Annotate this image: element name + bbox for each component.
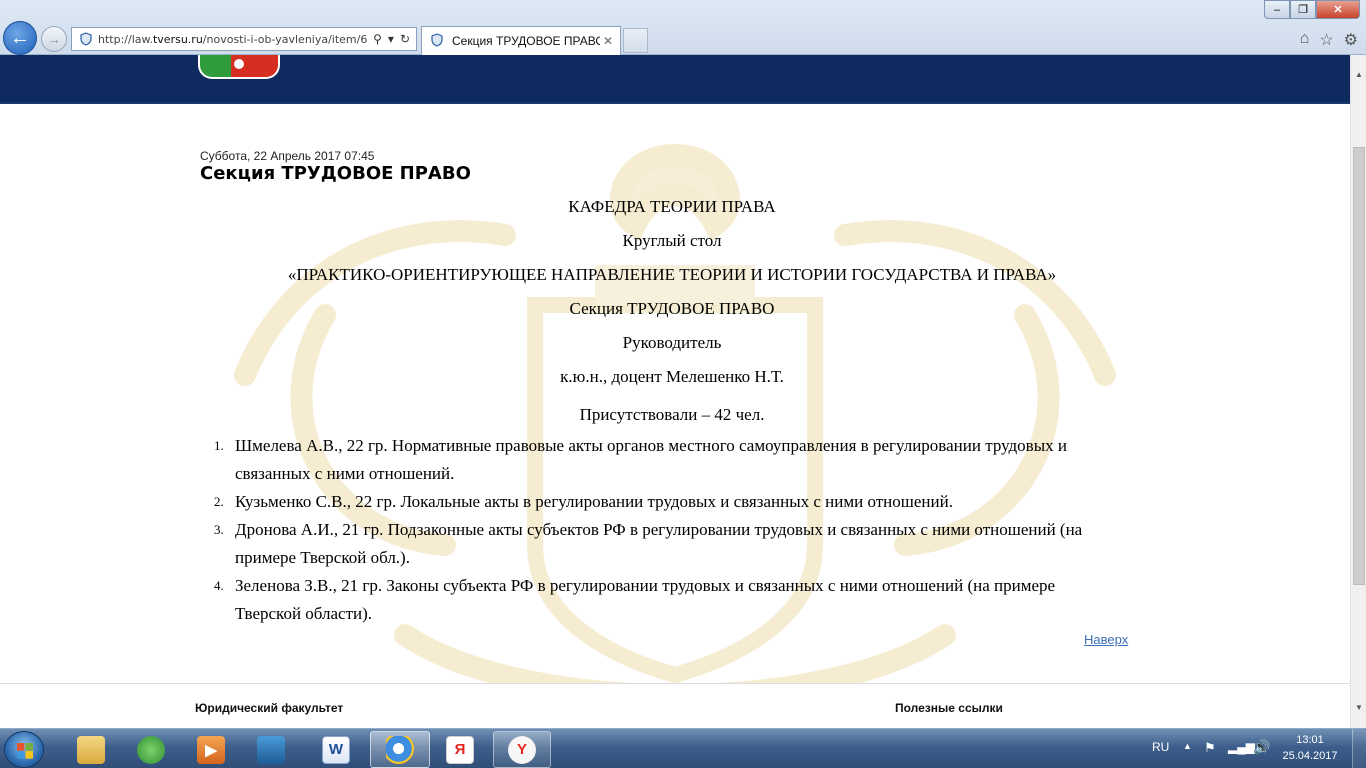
language-indicator[interactable]: RU [1152, 740, 1169, 754]
yandex-icon: Y [508, 735, 536, 764]
url-text[interactable]: http://law.tversu.ru/novosti-i-ob-yavlen… [98, 33, 367, 46]
vertical-scrollbar[interactable]: ▲ ▼ [1350, 55, 1366, 728]
leader-label: Руководитель [622, 333, 722, 352]
article-date: Суббота, 22 Апрель 2017 07:45 [200, 149, 375, 163]
department-heading: КАФЕДРА ТЕОРИИ ПРАВА [568, 197, 776, 216]
scroll-up-icon[interactable]: ▲ [1351, 67, 1366, 83]
taskbar-yandex-button[interactable]: Y [493, 731, 551, 768]
internet-explorer-icon [386, 735, 414, 764]
volume-icon[interactable]: 🔊 [1253, 739, 1270, 756]
clock-time[interactable]: 13:01 [1288, 734, 1332, 746]
browser-chrome: ← → http://law.tversu.ru/novosti-i-ob-ya… [0, 0, 1366, 55]
taskbar-media-button[interactable]: ▶ [183, 731, 239, 768]
refresh-icon[interactable]: ↻ [400, 32, 410, 46]
article: Суббота, 22 Апрель 2017 07:45 Секция ТРУ… [200, 149, 1140, 647]
show-hidden-icons-icon[interactable]: ▲ [1183, 741, 1192, 751]
yandex-browser-icon: Я [446, 735, 474, 764]
favorites-star-icon[interactable]: ☆ [1319, 30, 1333, 50]
system-tray: RU ▲ ⚑ ▂▄▆ 🔊 13:01 25.04.2017 [1140, 729, 1366, 768]
taskbar-briefcase-button[interactable] [243, 731, 299, 768]
back-button[interactable]: ← [3, 21, 37, 55]
action-center-flag-icon[interactable]: ⚑ [1204, 740, 1216, 756]
taskbar-yandex-browser-button[interactable]: Я [432, 731, 488, 768]
clock-date[interactable]: 25.04.2017 [1278, 750, 1342, 762]
search-icon[interactable]: ⚲ [373, 32, 382, 46]
attendance-count: Присутствовали – 42 чел. [579, 405, 765, 424]
footer-faculty-heading: Юридический факультет [195, 701, 344, 715]
forward-arrow-icon: → [47, 31, 61, 47]
article-title: Секция ТРУДОВОЕ ПРАВО [200, 163, 471, 184]
scroll-down-icon[interactable]: ▼ [1351, 700, 1366, 716]
taskbar: ▶ W Я Y RU ▲ ⚑ ▂▄▆ 🔊 13:01 25.04.2017 [0, 728, 1366, 768]
taskbar-word-button[interactable]: W [308, 731, 364, 768]
footer-links-heading: Полезные ссылки [895, 701, 1003, 715]
list-item: 3. Дронова А.И., 21 гр. Подзаконные акты … [214, 520, 1083, 567]
site-header [0, 55, 1350, 104]
close-tab-icon[interactable]: ✕ [600, 34, 616, 48]
participants-list: 1. Шмелева А.В., 22 гр. Нормативные право… [214, 432, 1094, 628]
back-to-top-link[interactable]: Наверх [1084, 632, 1128, 647]
network-icon[interactable]: ▂▄▆ [1228, 740, 1255, 754]
back-arrow-icon: ← [10, 26, 30, 49]
taskbar-explorer-button[interactable] [63, 731, 119, 768]
browser-toolbar-icons: ⌂ ☆ ⚙ [1300, 30, 1358, 50]
dropdown-icon[interactable]: ▾ [388, 32, 394, 46]
tab-active[interactable]: Секция ТРУДОВОЕ ПРАВО ✕ [421, 26, 621, 55]
section-name: Секция ТРУДОВОЕ ПРАВО [569, 299, 775, 318]
leader-name: к.ю.н., доцент Мелешенко Н.Т. [560, 367, 784, 386]
close-window-button[interactable]: ✕ [1316, 0, 1360, 19]
event-title: «ПРАКТИКО-ОРИЕНТИРУЮЩЕЕ НАПРАВЛЕНИЕ ТЕОР… [287, 265, 1057, 284]
tab-title: Секция ТРУДОВОЕ ПРАВО [452, 34, 600, 48]
media-player-icon: ▶ [197, 735, 225, 764]
window-controls: – ❐ ✕ [1264, 0, 1360, 19]
taskbar-users-button[interactable] [123, 731, 179, 768]
site-logo-icon[interactable] [198, 55, 280, 79]
word-icon: W [322, 735, 350, 764]
tab-favicon-icon [430, 32, 446, 50]
scroll-thumb[interactable] [1353, 147, 1365, 585]
start-button-windows-icon[interactable] [4, 731, 44, 768]
new-tab-button[interactable] [623, 28, 648, 53]
address-bar[interactable]: http://law.tversu.ru/novosti-i-ob-yavlen… [71, 27, 417, 51]
briefcase-icon [257, 735, 285, 764]
taskbar-ie-button[interactable] [370, 731, 430, 768]
page-viewport: Суббота, 22 Апрель 2017 07:45 Секция ТРУ… [0, 55, 1350, 728]
site-favicon-icon [78, 31, 94, 47]
home-icon[interactable]: ⌂ [1300, 30, 1310, 50]
maximize-button[interactable]: ❐ [1290, 0, 1316, 19]
site-footer: Юридический факультет Полезные ссылки [0, 683, 1350, 728]
folder-icon [77, 735, 105, 764]
users-icon [137, 735, 165, 764]
forward-button[interactable]: → [41, 26, 67, 52]
minimize-button[interactable]: – [1264, 0, 1290, 19]
settings-gear-icon[interactable]: ⚙ [1344, 30, 1358, 50]
list-item: 4. Зеленова З.В., 21 гр. Законы субъекта … [214, 576, 1056, 623]
event-type: Круглый стол [622, 231, 722, 250]
show-desktop-button[interactable] [1352, 729, 1366, 768]
list-item: 2. Кузьменко С.В., 22 гр. Локальные акты … [214, 492, 953, 511]
list-item: 1. Шмелева А.В., 22 гр. Нормативные право… [214, 436, 1067, 483]
